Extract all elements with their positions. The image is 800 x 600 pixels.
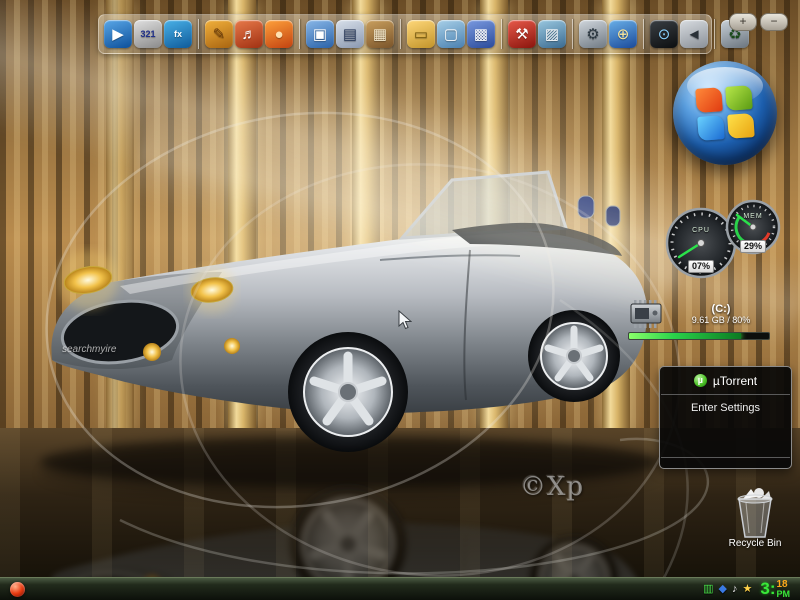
- dock-separator: [198, 19, 199, 49]
- memory-gauge-value: 29%: [739, 240, 767, 253]
- tray-brush-icon[interactable]: ★: [743, 583, 753, 595]
- dock-separator: [501, 19, 502, 49]
- dock-separator: [572, 19, 573, 49]
- mouse-cursor: [398, 310, 412, 330]
- media-classic-321-icon[interactable]: 321: [134, 20, 162, 48]
- recycle-bin-label: Recycle Bin: [728, 538, 782, 549]
- folder-icon[interactable]: ▭: [407, 20, 435, 48]
- display-properties-icon-glyph: ▢: [443, 25, 459, 43]
- briefcase-icon-glyph: ▦: [372, 25, 388, 43]
- drive-usage-widget[interactable]: (C:) 9.61 GB / 80%: [628, 300, 770, 348]
- internet-globe-icon[interactable]: ⊕: [609, 20, 637, 48]
- back-arrow-icon-glyph: ◄: [686, 25, 702, 43]
- utorrent-body: [660, 421, 791, 457]
- folder-icon-glyph: ▭: [413, 25, 429, 43]
- documents-icon-glyph: ▤: [342, 25, 358, 43]
- utorrent-footer: [660, 458, 791, 468]
- back-arrow-icon[interactable]: ◄: [680, 20, 708, 48]
- flag-pane-green: [725, 85, 753, 111]
- clock-period: PM: [776, 588, 791, 599]
- settings-gears-icon[interactable]: ⚙: [579, 20, 607, 48]
- display-properties-icon[interactable]: ▢: [437, 20, 465, 48]
- drive-usage-bar: [628, 332, 770, 340]
- grid-app-icon-glyph: ▩: [473, 25, 489, 43]
- firefox-browser-icon[interactable]: ●: [265, 20, 293, 48]
- my-computer-icon-glyph: ▣: [312, 25, 328, 43]
- dock-remove-button[interactable]: −: [760, 13, 788, 31]
- media-classic-321-icon-glyph: 321: [140, 28, 156, 39]
- music-library-icon-glyph: ♬: [241, 25, 257, 43]
- tray-icons: ▥ ◆ ♪ ★: [703, 583, 753, 595]
- firefox-browser-icon-glyph: ●: [274, 25, 284, 43]
- paint-icon-glyph: ✎: [212, 25, 226, 43]
- cpu-gauge-value: 07%: [687, 260, 715, 273]
- utorrent-enter-settings-item[interactable]: Enter Settings: [660, 395, 791, 421]
- utorrent-widget[interactable]: µ µTorrent Enter Settings: [659, 366, 792, 469]
- taskbar: ▥ ◆ ♪ ★ 3: 18 PM: [0, 577, 800, 600]
- photo-viewer-icon-glyph: ▨: [544, 25, 560, 43]
- dock-icon-strip: ▶ 321 fx ✎ ♬ ● ▣ ▤ ▦ ▭ ▢ ▩ ⚒ ▨ ⚙ ⊕ ⊙ ◄ ♻: [104, 19, 749, 49]
- dock-separator: [299, 19, 300, 49]
- media-player-icon-glyph: ▶: [112, 25, 124, 43]
- taskbar-clock[interactable]: 3: 18 PM: [760, 579, 790, 599]
- wallpaper-glow: [110, 30, 690, 440]
- drive-name: (C:): [711, 303, 731, 315]
- flag-pane-yellow: [727, 113, 755, 139]
- drive-bar-fill: [629, 333, 741, 339]
- windows-flag-icon: [695, 85, 755, 141]
- tray-security-icon[interactable]: ◆: [719, 583, 727, 595]
- documents-icon[interactable]: ▤: [336, 20, 364, 48]
- clock-minute: 18: [776, 578, 788, 590]
- dock-separator: [714, 19, 715, 49]
- utorrent-title: µTorrent: [712, 373, 758, 388]
- recycle-bin-icon: [737, 488, 773, 538]
- windows-start-orb[interactable]: [673, 61, 777, 165]
- memory-gauge-widget[interactable]: MEM 29%: [724, 197, 782, 259]
- flag-pane-red: [695, 87, 723, 113]
- flash-player-icon[interactable]: fx: [164, 20, 192, 48]
- grid-app-icon[interactable]: ▩: [467, 20, 495, 48]
- media-player-icon[interactable]: ▶: [104, 20, 132, 48]
- briefcase-icon[interactable]: ▦: [366, 20, 394, 48]
- tray-meter-icon[interactable]: ▥: [703, 583, 713, 595]
- utorrent-icon: µ: [693, 374, 707, 387]
- photo-viewer-icon[interactable]: ▨: [538, 20, 566, 48]
- music-library-icon[interactable]: ♬: [235, 20, 263, 48]
- my-computer-icon[interactable]: ▣: [306, 20, 334, 48]
- drive-usage-text: 9.61 GB / 80%: [691, 315, 751, 325]
- paint-icon[interactable]: ✎: [205, 20, 233, 48]
- dock-controls: + −: [729, 13, 788, 31]
- flash-player-icon-glyph: fx: [173, 28, 182, 39]
- recycle-bin[interactable]: Recycle Bin: [719, 483, 791, 555]
- tray-volume-icon[interactable]: ♪: [732, 583, 738, 595]
- dock-separator: [400, 19, 401, 49]
- settings-gears-icon-glyph: ⚙: [586, 25, 600, 43]
- toolbox-icon-glyph: ⚒: [515, 25, 529, 43]
- wallpaper-signature: searchmyire: [62, 344, 117, 355]
- ram-chip-icon: [630, 300, 662, 328]
- memory-gauge-label: MEM: [743, 213, 763, 220]
- wallpaper-copyright: ©Xp: [520, 472, 585, 502]
- toolbox-icon[interactable]: ⚒: [508, 20, 536, 48]
- power-icon[interactable]: ⊙: [650, 20, 678, 48]
- start-orb-button[interactable]: [10, 581, 25, 597]
- desktop: searchmyire ©Xp ▶ 321 fx ✎ ♬ ● ▣ ▤ ▦ ▭ ▢ ▩ ⚒ ▨ ⚙ ⊕ ⊙ ◄ ♻ +…: [0, 0, 800, 600]
- utorrent-header: µ µTorrent: [660, 367, 791, 394]
- dock-add-button[interactable]: +: [729, 13, 757, 31]
- app-dock: ▶ 321 fx ✎ ♬ ● ▣ ▤ ▦ ▭ ▢ ▩ ⚒ ▨ ⚙ ⊕ ⊙ ◄ ♻: [98, 14, 749, 54]
- internet-globe-icon-glyph: ⊕: [616, 25, 630, 43]
- dock-separator: [643, 19, 644, 49]
- power-icon-glyph: ⊙: [657, 25, 671, 43]
- clock-hour: 3:: [760, 579, 776, 598]
- flag-pane-blue: [697, 115, 725, 141]
